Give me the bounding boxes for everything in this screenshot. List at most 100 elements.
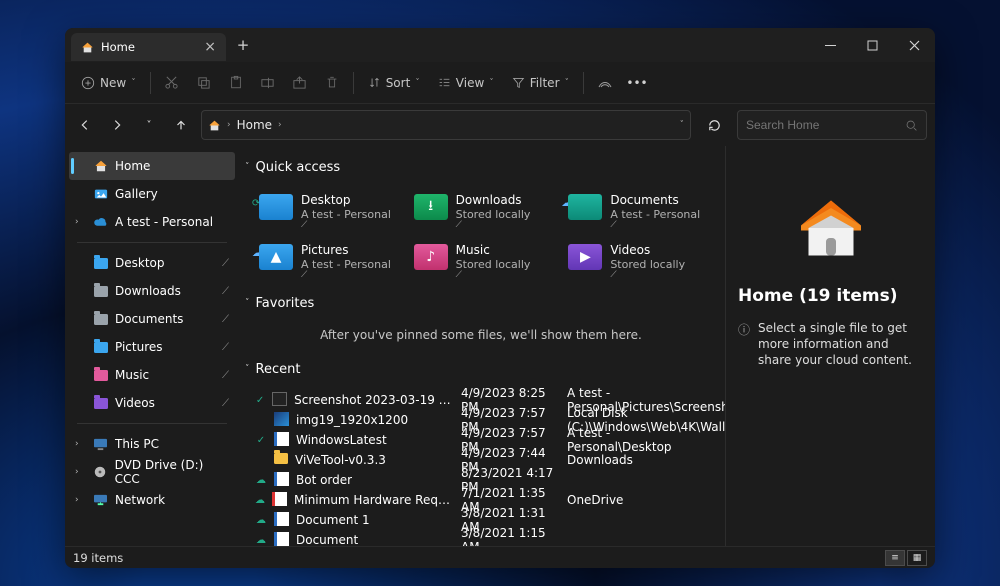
breadcrumb-chevron-icon[interactable]: ›: [227, 120, 231, 130]
folder-icon: [93, 312, 108, 327]
refresh-button[interactable]: [699, 110, 729, 140]
favorites-empty-text: After you've pinned some files, we'll sh…: [245, 316, 717, 356]
section-quick-access[interactable]: ˅ Quick access: [245, 154, 717, 180]
recent-item[interactable]: ☁Document3/8/2021 1:15 AM: [245, 526, 717, 546]
file-location: OneDrive: [567, 493, 717, 507]
view-button[interactable]: View˅: [430, 68, 502, 98]
quick-access-pictures[interactable]: ☁▲PicturesA test - Personal⟋: [255, 234, 408, 280]
sidebar-item-label: Videos: [115, 396, 155, 410]
folder-icon: ⭳: [414, 194, 448, 220]
tab-label: Home: [101, 40, 197, 54]
file-explorer-window: Home × + New˅ Sort˅ View˅ Filter˅ •••: [65, 28, 935, 568]
sidebar-item-downloads[interactable]: Downloads⟋: [69, 277, 235, 305]
sidebar-item-documents[interactable]: Documents⟋: [69, 305, 235, 333]
search-input[interactable]: [746, 118, 905, 132]
tab-close-icon[interactable]: ×: [204, 39, 216, 55]
quick-access-documents[interactable]: ☁DocumentsA test - Personal⟋: [564, 184, 717, 230]
sidebar-item-pictures[interactable]: Pictures⟋: [69, 333, 235, 361]
delete-button[interactable]: [317, 68, 347, 98]
minimize-button[interactable]: [809, 28, 851, 62]
background-button[interactable]: [590, 68, 620, 98]
pin-icon: ⟋: [222, 314, 229, 325]
close-button[interactable]: [893, 28, 935, 62]
folder-icon: [93, 368, 108, 383]
folder-icon: [93, 340, 108, 355]
sidebar-item-home[interactable]: Home: [69, 152, 235, 180]
quick-access-music[interactable]: ♪MusicStored locally⟋: [410, 234, 563, 280]
sidebar-item-desktop[interactable]: Desktop⟋: [69, 249, 235, 277]
section-favorites[interactable]: ˅ Favorites: [245, 290, 717, 316]
recent-item[interactable]: ☁Bot order8/23/2021 4:17 PM: [245, 466, 717, 486]
file-date: 3/8/2021 1:15 AM: [461, 526, 561, 546]
sidebar-item-videos[interactable]: Videos⟋: [69, 389, 235, 417]
search-box[interactable]: [737, 110, 927, 140]
chevron-right-icon[interactable]: ›: [75, 495, 79, 505]
titlebar: Home × +: [65, 28, 935, 62]
share-button[interactable]: [285, 68, 315, 98]
home-icon: [208, 119, 221, 132]
recent-item[interactable]: img19_1920x12004/9/2023 7:57 PMLocal Dis…: [245, 406, 717, 426]
recent-item[interactable]: ✓Screenshot 2023-03-19 2200054/9/2023 8:…: [245, 386, 717, 406]
up-button[interactable]: [169, 113, 193, 137]
search-icon: [905, 119, 918, 132]
copy-button[interactable]: [189, 68, 219, 98]
sidebar-item-a-test-personal[interactable]: ›A test - Personal: [69, 208, 235, 236]
sort-button[interactable]: Sort˅: [360, 68, 428, 98]
thumbnails-view-button[interactable]: ▦: [907, 550, 927, 566]
file-icon: [274, 472, 289, 489]
more-button[interactable]: •••: [622, 68, 652, 98]
view-icon: [438, 76, 451, 89]
item-location: Stored locally: [610, 258, 685, 271]
file-location: A test - Personal\Desktop: [567, 426, 717, 454]
back-button[interactable]: [73, 113, 97, 137]
quick-access-videos[interactable]: ▶VideosStored locally⟋: [564, 234, 717, 280]
item-name: Documents: [610, 193, 700, 207]
chevron-right-icon[interactable]: ›: [75, 217, 79, 227]
file-name: Screenshot 2023-03-19 220005: [294, 393, 455, 407]
recent-item[interactable]: ☁Document 13/8/2021 1:31 AM: [245, 506, 717, 526]
file-icon: [274, 432, 289, 449]
item-location: Stored locally: [456, 258, 531, 271]
maximize-button[interactable]: [851, 28, 893, 62]
quick-access-desktop[interactable]: ⟳DesktopA test - Personal⟋: [255, 184, 408, 230]
filter-icon: [512, 76, 525, 89]
folder-icon: [93, 396, 108, 411]
home-hero-icon: [791, 188, 871, 268]
recent-item[interactable]: ✓WindowsLatest4/9/2023 7:57 PMA test - P…: [245, 426, 717, 446]
details-view-button[interactable]: ≡: [885, 550, 905, 566]
cut-button[interactable]: [157, 68, 187, 98]
new-button[interactable]: New˅: [73, 68, 144, 98]
paste-button[interactable]: [221, 68, 251, 98]
history-dropdown-icon[interactable]: ˅: [680, 120, 685, 130]
recent-item[interactable]: ☁Minimum Hardware Requirements fo...7/1/…: [245, 486, 717, 506]
sidebar-item-dvd-drive-d-ccc[interactable]: ›DVD Drive (D:) CCC: [69, 458, 235, 486]
details-info: ⓘ Select a single file to get more infor…: [738, 320, 923, 369]
new-tab-button[interactable]: +: [230, 32, 256, 58]
filter-button[interactable]: Filter˅: [504, 68, 577, 98]
breadcrumb[interactable]: Home: [237, 118, 272, 132]
forward-button[interactable]: [105, 113, 129, 137]
file-name: ViVeTool-v0.3.3: [295, 453, 386, 467]
tab-home[interactable]: Home ×: [71, 33, 226, 61]
recent-locations-button[interactable]: ˅: [137, 113, 161, 137]
pin-icon: ⟋: [222, 258, 229, 269]
quick-access-downloads[interactable]: ⭳DownloadsStored locally⟋: [410, 184, 563, 230]
home-icon: [93, 159, 108, 174]
section-recent[interactable]: ˅ Recent: [245, 356, 717, 382]
sidebar-item-music[interactable]: Music⟋: [69, 361, 235, 389]
folder-icon: ▲: [259, 244, 293, 270]
chevron-right-icon[interactable]: ›: [75, 467, 79, 477]
sidebar-item-network[interactable]: ›Network: [69, 486, 235, 514]
item-location: A test - Personal: [301, 258, 391, 271]
address-bar[interactable]: › Home › ˅: [201, 110, 691, 140]
sidebar-item-this-pc[interactable]: ›This PC: [69, 430, 235, 458]
file-icon: [272, 392, 287, 409]
rename-button[interactable]: [253, 68, 283, 98]
chevron-right-icon[interactable]: ›: [75, 439, 79, 449]
file-name: Minimum Hardware Requirements fo...: [294, 493, 455, 507]
pin-icon: ⟋: [456, 270, 462, 280]
breadcrumb-chevron-icon[interactable]: ›: [278, 120, 282, 130]
sidebar-item-gallery[interactable]: Gallery: [69, 180, 235, 208]
item-location: A test - Personal: [610, 208, 700, 221]
folder-icon: [259, 194, 293, 220]
